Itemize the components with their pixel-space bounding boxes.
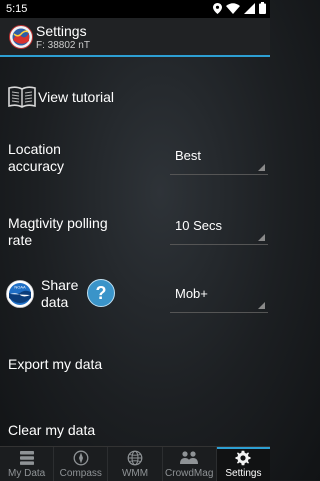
list-icon	[19, 451, 34, 465]
export-data-row[interactable]: Export my data	[0, 348, 270, 380]
polling-rate-value: 10 Secs	[175, 218, 222, 233]
noaa-logo-text: NOAA	[14, 285, 26, 290]
nav-label-compass: Compass	[59, 468, 102, 479]
location-accuracy-value: Best	[175, 148, 202, 163]
share-data-label: Share data	[41, 277, 78, 311]
wifi-icon	[226, 2, 240, 14]
nav-crowdmag[interactable]: CrowdMag	[163, 447, 217, 481]
polling-label-line2: rate	[8, 232, 33, 248]
location-label-line2: accuracy	[8, 158, 65, 174]
share-label-line2: data	[41, 294, 69, 310]
signal-icon	[244, 2, 255, 14]
location-icon	[213, 2, 222, 14]
location-accuracy-dropdown[interactable]: Best	[170, 144, 268, 175]
book-icon	[8, 86, 36, 108]
clear-data-row[interactable]: Clear my data	[0, 414, 270, 444]
dropdown-arrow-icon	[258, 302, 265, 309]
share-label-line1: Share	[41, 277, 79, 293]
nav-compass[interactable]: Compass	[54, 447, 109, 481]
share-data-value: Mob+	[175, 286, 208, 301]
export-data-label: Export my data	[8, 356, 103, 372]
people-icon	[180, 451, 199, 464]
status-icons	[213, 2, 266, 14]
bottom-nav: My Data Compass WMM CrowdMag Settings	[0, 446, 271, 481]
location-label-line1: Location	[8, 141, 61, 157]
share-data-dropdown[interactable]: Mob+	[170, 282, 268, 313]
polling-rate-dropdown[interactable]: 10 Secs	[170, 214, 268, 245]
polling-label-line1: Magtivity polling	[8, 215, 108, 231]
location-accuracy-label: Location accuracy	[8, 141, 64, 175]
nav-settings[interactable]: Settings	[216, 447, 271, 481]
nav-label-settings: Settings	[225, 468, 262, 479]
polling-rate-label: Magtivity polling rate	[8, 215, 108, 249]
nav-label-wmm: WMM	[121, 468, 149, 479]
compass-icon	[73, 450, 89, 466]
app-logo-icon[interactable]	[9, 25, 33, 49]
nav-label-crowdmag: CrowdMag	[165, 468, 214, 479]
page-title: Settings	[36, 23, 87, 39]
status-bar: 5:15	[0, 0, 270, 18]
battery-icon	[259, 2, 266, 14]
nav-wmm[interactable]: WMM	[108, 447, 163, 481]
clear-data-label: Clear my data	[8, 422, 96, 438]
status-time: 5:15	[6, 3, 28, 15]
gear-icon	[235, 450, 251, 466]
help-button[interactable]: ?	[87, 279, 115, 307]
nav-label-my-data: My Data	[7, 468, 46, 479]
nav-my-data[interactable]: My Data	[0, 447, 55, 481]
globe-icon	[127, 450, 143, 466]
dropdown-arrow-icon	[258, 234, 265, 241]
help-icon: ?	[95, 283, 107, 303]
view-tutorial-row[interactable]: View tutorial	[0, 80, 270, 116]
app-bar: Settings F: 38802 nT	[0, 18, 270, 57]
field-readout: F: 38802 nT	[36, 40, 90, 51]
noaa-logo-icon: NOAA	[6, 280, 34, 308]
dropdown-arrow-icon	[258, 164, 265, 171]
view-tutorial-label: View tutorial	[38, 89, 115, 105]
